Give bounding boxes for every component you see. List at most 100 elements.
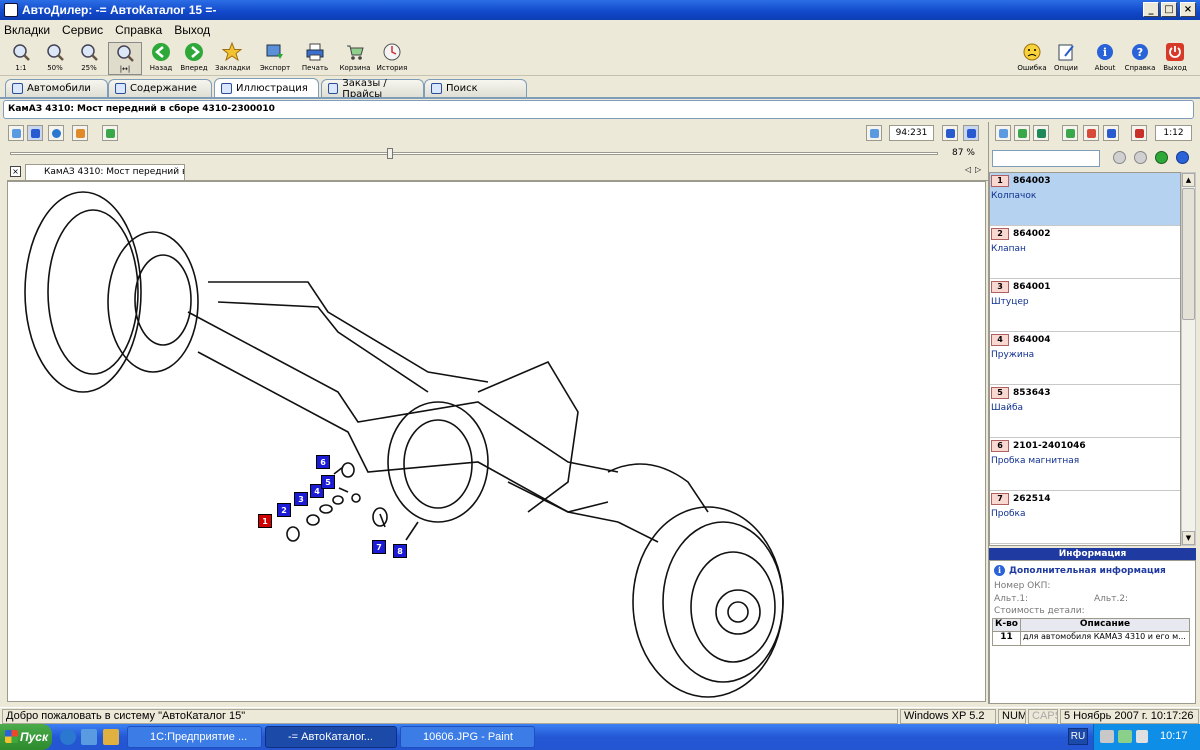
history-button[interactable]: История bbox=[375, 42, 409, 75]
tab-cars[interactable]: Автомобили bbox=[5, 79, 108, 97]
options-button[interactable]: Опции bbox=[1049, 42, 1083, 75]
part-row[interactable]: 1 864003 Колпачок bbox=[990, 173, 1180, 226]
edit-button[interactable] bbox=[1103, 125, 1119, 141]
scroll-down-icon[interactable]: ▼ bbox=[1182, 531, 1195, 545]
part-row[interactable]: 7 262514 Пробка bbox=[990, 491, 1180, 544]
callout-5[interactable]: 5 bbox=[321, 475, 335, 489]
view-list-button[interactable] bbox=[8, 125, 24, 141]
menu-exit[interactable]: Выход bbox=[174, 23, 210, 37]
zoom-slider-thumb[interactable] bbox=[387, 148, 393, 159]
network-icon[interactable] bbox=[1100, 730, 1114, 743]
about-label: About bbox=[1094, 64, 1116, 72]
menu-service[interactable]: Сервис bbox=[62, 23, 103, 37]
tab-illustration[interactable]: Иллюстрация bbox=[214, 78, 319, 98]
tray-app-icon[interactable] bbox=[1118, 730, 1132, 743]
part-row[interactable]: 2 864002 Клапан bbox=[990, 226, 1180, 279]
print-button[interactable]: Печать bbox=[298, 42, 332, 75]
language-indicator[interactable]: RU bbox=[1068, 728, 1088, 745]
tab-search-label: Поиск bbox=[446, 83, 478, 94]
cart-icon bbox=[345, 42, 365, 62]
refresh-parts-button[interactable] bbox=[1014, 125, 1030, 141]
help-button[interactable]: ? Справка bbox=[1123, 42, 1157, 75]
zoom-1-1-button[interactable]: 1:1 bbox=[4, 42, 38, 75]
tab-contents[interactable]: Содержание bbox=[108, 79, 212, 97]
illustration-canvas[interactable]: 1 2 3 4 5 6 7 8 bbox=[7, 181, 986, 702]
tab-scroll-right-icon[interactable]: ▷ bbox=[975, 165, 981, 174]
explorer-icon[interactable] bbox=[81, 729, 97, 745]
refresh-button[interactable] bbox=[102, 125, 118, 141]
favorites-button[interactable] bbox=[72, 125, 88, 141]
zoom-25-button[interactable]: 25% bbox=[72, 42, 106, 75]
zoom-fit-width-button[interactable]: |↔| bbox=[108, 42, 142, 75]
sort-button[interactable] bbox=[1033, 125, 1049, 141]
task-autocatalog[interactable]: -= АвтоКаталог... bbox=[265, 726, 397, 748]
export-button[interactable]: Экспорт bbox=[258, 42, 292, 75]
printer-icon bbox=[305, 42, 325, 62]
menu-help[interactable]: Справка bbox=[115, 23, 162, 37]
info-title: Дополнительная информация bbox=[1009, 566, 1166, 576]
cart-button[interactable]: Корзина bbox=[338, 42, 372, 75]
part-row[interactable]: 5 853643 Шайба bbox=[990, 385, 1180, 438]
forward-button[interactable]: Вперед bbox=[177, 42, 211, 75]
about-button[interactable]: i About bbox=[1088, 42, 1122, 75]
tab-orders[interactable]: Заказы / Прайсы bbox=[321, 78, 424, 100]
nav-next-icon[interactable] bbox=[1155, 151, 1168, 164]
view-grid-button[interactable] bbox=[27, 125, 43, 141]
part-number-badge: 7 bbox=[991, 493, 1009, 505]
back-button[interactable]: Назад bbox=[144, 42, 178, 75]
save-button[interactable] bbox=[1131, 125, 1147, 141]
part-number-badge: 3 bbox=[991, 281, 1009, 293]
part-row[interactable]: 6 2101-2401046 Пробка магнитная bbox=[990, 438, 1180, 491]
parts-search-input[interactable] bbox=[992, 150, 1100, 167]
nav-last-icon[interactable] bbox=[1176, 151, 1189, 164]
zoom-50-button[interactable]: 50% bbox=[38, 42, 72, 75]
ie-icon[interactable] bbox=[60, 729, 76, 745]
help-label: Справка bbox=[1124, 64, 1156, 72]
error-report-button[interactable]: Ошибка bbox=[1015, 42, 1049, 75]
scale-field[interactable]: 1:12 bbox=[1155, 125, 1192, 141]
volume-icon[interactable] bbox=[1136, 730, 1148, 743]
app-icon[interactable] bbox=[4, 3, 18, 17]
close-doc-icon[interactable]: × bbox=[10, 166, 21, 177]
callout-2[interactable]: 2 bbox=[277, 503, 291, 517]
parts-scrollbar-thumb[interactable] bbox=[1182, 188, 1195, 320]
remove-button[interactable] bbox=[1083, 125, 1099, 141]
zoom-25-label: 25% bbox=[81, 64, 97, 72]
quicklaunch-icon[interactable] bbox=[103, 729, 119, 745]
coords-field[interactable]: 94:231 bbox=[889, 125, 934, 141]
callout-1[interactable]: 1 bbox=[258, 514, 272, 528]
callout-7[interactable]: 7 bbox=[372, 540, 386, 554]
add-to-cart-button[interactable] bbox=[1062, 125, 1078, 141]
up-arrow-icon bbox=[1065, 128, 1075, 138]
task-paint[interactable]: 10606.JPG - Paint bbox=[400, 726, 535, 748]
callout-3[interactable]: 3 bbox=[294, 492, 308, 506]
part-row[interactable]: 4 864004 Пружина bbox=[990, 332, 1180, 385]
tab-divider bbox=[0, 97, 1200, 99]
tab-scroll-left-icon[interactable]: ◁ bbox=[965, 165, 971, 174]
nav-first-icon[interactable] bbox=[1113, 151, 1126, 164]
copy-part-button[interactable] bbox=[995, 125, 1011, 141]
callout-6[interactable]: 6 bbox=[316, 455, 330, 469]
exit-button[interactable]: Выход bbox=[1158, 42, 1192, 75]
zoom-slider-track[interactable] bbox=[10, 152, 938, 155]
menu-tabs[interactable]: Вкладки bbox=[4, 23, 50, 37]
layout-panel-button[interactable] bbox=[963, 125, 979, 141]
minimize-button[interactable]: _ bbox=[1143, 2, 1159, 17]
tab-search[interactable]: Поиск bbox=[424, 79, 527, 97]
part-code: 2101-2401046 bbox=[1013, 441, 1086, 451]
task-1c[interactable]: 1С:Предприятие ... bbox=[127, 726, 262, 748]
bookmarks-button[interactable]: Закладки bbox=[215, 42, 250, 75]
document-tab[interactable]: КамАЗ 4310: Мост передний в... bbox=[25, 164, 185, 180]
part-row[interactable]: 3 864001 Штуцер bbox=[990, 279, 1180, 332]
orders-icon bbox=[328, 83, 339, 94]
copy-coords-button[interactable] bbox=[866, 125, 882, 141]
panel-icon bbox=[966, 128, 976, 138]
layout-split-button[interactable] bbox=[942, 125, 958, 141]
maximize-button[interactable]: □ bbox=[1161, 2, 1177, 17]
view-globe-button[interactable] bbox=[48, 125, 64, 141]
zoom-1-1-label: 1:1 bbox=[15, 64, 27, 72]
close-button[interactable]: × bbox=[1180, 2, 1196, 17]
callout-8[interactable]: 8 bbox=[393, 544, 407, 558]
nav-prev-icon[interactable] bbox=[1134, 151, 1147, 164]
scroll-up-icon[interactable]: ▲ bbox=[1182, 173, 1195, 187]
